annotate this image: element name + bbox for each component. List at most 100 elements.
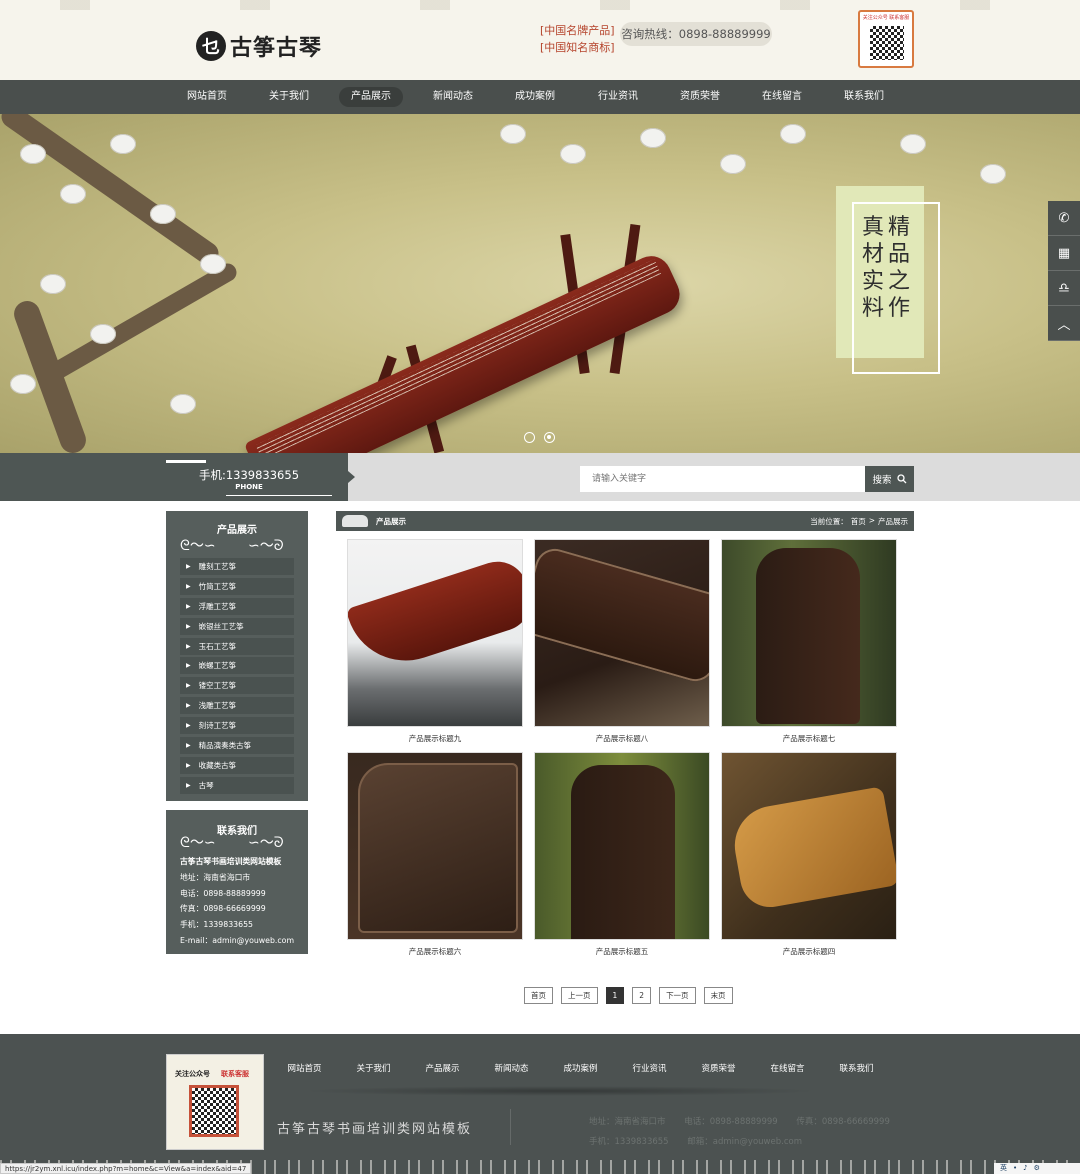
phone-icon[interactable]: ✆ <box>1048 201 1080 236</box>
category-item[interactable]: ▶ 嵌螺工艺筝 <box>180 657 294 675</box>
slide-dot-active[interactable] <box>544 432 555 443</box>
blossom <box>110 134 136 154</box>
category-item[interactable]: ▶ 收藏类古筝 <box>180 756 294 774</box>
tray-audio-icon[interactable]: ♪ <box>1023 1163 1027 1174</box>
page-number-button[interactable]: 1 <box>605 987 625 1004</box>
triangle-right-icon: ▶ <box>186 563 191 570</box>
product-category-panel: 产品展示 ᘓ～∽ ∽～ᘐ ▶ 雕刻工艺筝 ▶ 竹简工艺筝 ▶ 浮雕工艺筝 ▶ 嵌银丝工艺筝 ▶ 玉… <box>166 511 308 801</box>
triangle-right-icon: ▶ <box>186 682 191 690</box>
page-next-button[interactable]: 下一页 <box>659 987 696 1004</box>
product-card[interactable]: 产品展示标题九 <box>347 539 523 744</box>
product-image[interactable] <box>534 752 710 940</box>
hero-banner[interactable]: 精品之作 真材实料 <box>0 114 1080 453</box>
nav-item-contact[interactable]: 联系我们 <box>832 87 896 107</box>
category-item[interactable]: ▶ 镂空工艺筝 <box>180 677 294 695</box>
breadcrumb-current[interactable]: 产品展示 <box>878 516 908 527</box>
product-image[interactable] <box>347 539 523 727</box>
footer-nav-item[interactable]: 新闻动态 <box>477 1062 546 1074</box>
tray-settings-icon[interactable]: ⚙ <box>1034 1163 1040 1174</box>
search-button[interactable]: 搜索 <box>865 466 914 492</box>
banner-slogan-col: 真材实料 <box>862 214 884 322</box>
product-card[interactable]: 产品展示标题七 <box>721 539 897 744</box>
breadcrumb-home[interactable]: 首页 <box>851 516 866 527</box>
product-image[interactable] <box>721 539 897 727</box>
footer-nav-item[interactable]: 网站首页 <box>270 1062 339 1074</box>
product-image[interactable] <box>347 752 523 940</box>
footer-nav-item[interactable]: 行业资讯 <box>615 1062 684 1074</box>
breadcrumb: 当前位置： 首页 > 产品展示 <box>810 516 908 527</box>
nav-item-news[interactable]: 新闻动态 <box>421 87 485 107</box>
footer-nav-item[interactable]: 联系我们 <box>822 1062 891 1074</box>
brand-tags: [中国名牌产品] [中国知名商标] <box>540 22 615 56</box>
category-item[interactable]: ▶ 嵌银丝工艺筝 <box>180 617 294 635</box>
triangle-right-icon: ▶ <box>186 582 191 590</box>
category-item[interactable]: ▶ 浅雕工艺筝 <box>180 697 294 715</box>
search-icon <box>896 474 906 484</box>
product-image[interactable] <box>721 752 897 940</box>
phone-panel: 手机:1339833655 PHONE <box>0 453 355 501</box>
footer-nav-item[interactable]: 成功案例 <box>546 1062 615 1074</box>
brand-tag: [中国名牌产品] <box>540 24 615 37</box>
product-title[interactable]: 产品展示标题七 <box>721 733 897 744</box>
footer-nav-item[interactable]: 资质荣誉 <box>684 1062 753 1074</box>
page-prev-button[interactable]: 上一页 <box>561 987 598 1004</box>
category-item[interactable]: ▶ 浮雕工艺筝 <box>180 597 294 615</box>
nav-item-honors[interactable]: 资质荣誉 <box>668 87 732 107</box>
blossom <box>780 124 806 144</box>
product-title[interactable]: 产品展示标题五 <box>534 946 710 957</box>
banner-slogan: 精品之作 真材实料 <box>862 214 910 322</box>
product-card[interactable]: 产品展示标题六 <box>347 752 523 957</box>
category-label: 玉石工艺筝 <box>198 641 237 651</box>
category-label: 浅雕工艺筝 <box>198 701 237 711</box>
site-logo[interactable]: 乜 古筝古琴 <box>196 30 322 62</box>
product-image[interactable] <box>534 539 710 727</box>
blossom <box>980 164 1006 184</box>
qr-title: 关注公众号 联系客服 <box>862 15 910 21</box>
nav-item-about[interactable]: 关于我们 <box>257 87 321 107</box>
product-title[interactable]: 产品展示标题八 <box>534 733 710 744</box>
tree-branch <box>40 260 240 386</box>
product-card[interactable]: 产品展示标题四 <box>721 752 897 957</box>
cloud-ornament-icon: ᘓ～∽ <box>180 538 216 554</box>
product-title[interactable]: 产品展示标题六 <box>347 946 523 957</box>
tree-branch <box>0 114 223 269</box>
nav-item-industry[interactable]: 行业资讯 <box>586 87 650 107</box>
category-item[interactable]: ▶ 雕刻工艺筝 <box>180 558 294 575</box>
nav-item-products[interactable]: 产品展示 <box>339 87 403 107</box>
product-card[interactable]: 产品展示标题五 <box>534 752 710 957</box>
footer-tel: 电话：0898-88889999 <box>684 1117 778 1127</box>
back-to-top-icon[interactable]: ︿ <box>1048 306 1080 341</box>
nav-item-message[interactable]: 在线留言 <box>750 87 814 107</box>
product-title[interactable]: 产品展示标题九 <box>347 733 523 744</box>
footer-nav-shadow <box>300 1086 820 1096</box>
page-number-button[interactable]: 2 <box>632 987 652 1004</box>
category-item[interactable]: ▶ 竹简工艺筝 <box>180 577 294 595</box>
footer-nav-item[interactable]: 在线留言 <box>753 1062 822 1074</box>
ime-lang-icon[interactable]: 英 <box>1000 1163 1007 1174</box>
search-input[interactable] <box>580 466 865 492</box>
decor-line <box>226 495 332 496</box>
blossom <box>720 154 746 174</box>
page-last-button[interactable]: 末页 <box>703 987 733 1004</box>
footer-nav-item[interactable]: 关于我们 <box>339 1062 408 1074</box>
category-item[interactable]: ▶ 玉石工艺筝 <box>180 637 294 655</box>
footer-nav-item[interactable]: 产品展示 <box>408 1062 477 1074</box>
contact-panel: 联系我们 ᘓ～∽ ∽～ᘐ 古筝古琴书画培训类网站模板 地址：海南省海口市 电话：… <box>166 810 308 954</box>
product-card[interactable]: 产品展示标题八 <box>534 539 710 744</box>
cloud-ornament-icon: ᘓ～∽ <box>180 835 216 851</box>
slide-dot[interactable] <box>524 432 535 443</box>
nav-item-cases[interactable]: 成功案例 <box>503 87 567 107</box>
category-item[interactable]: ▶ 古琴 <box>180 776 294 794</box>
category-item[interactable]: ▶ 精品演奏类古筝 <box>180 737 294 755</box>
nav-item-home[interactable]: 网站首页 <box>175 87 239 107</box>
category-item[interactable]: ▶ 刻诗工艺筝 <box>180 717 294 735</box>
triangle-right-icon: ▶ <box>186 761 191 769</box>
qrcode-icon[interactable]: ▦ <box>1048 236 1080 271</box>
tray-dot-icon[interactable]: • <box>1013 1163 1017 1174</box>
product-title[interactable]: 产品展示标题四 <box>721 946 897 957</box>
qq-icon[interactable]: ♎ <box>1048 271 1080 306</box>
cloud-ornament-icon: ∽～ᘐ <box>248 835 284 851</box>
guzheng-strings <box>255 259 662 453</box>
blossom <box>10 374 36 394</box>
page-first-button[interactable]: 首页 <box>524 987 553 1004</box>
